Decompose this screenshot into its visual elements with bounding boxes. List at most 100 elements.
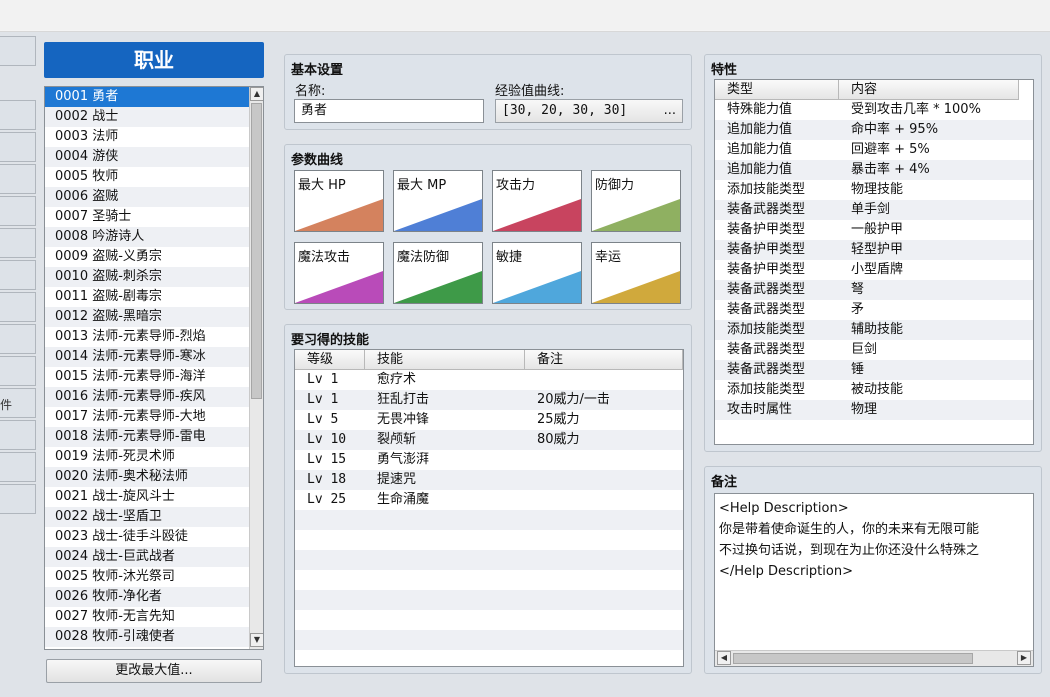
skills-row[interactable] bbox=[295, 510, 683, 530]
param-chart[interactable]: 魔法攻击 bbox=[294, 242, 384, 304]
left-tab-stub[interactable] bbox=[0, 356, 36, 386]
class-list-item[interactable]: 0006 盗贼 bbox=[45, 187, 249, 207]
scroll-up-icon[interactable]: ▲ bbox=[250, 87, 263, 101]
skills-row[interactable]: Lv 5 无畏冲锋 25威力 bbox=[295, 410, 683, 430]
scroll-right-icon[interactable]: ▶ bbox=[1017, 651, 1031, 665]
class-list-item[interactable]: 0002 战士 bbox=[45, 107, 249, 127]
left-tab-stub[interactable] bbox=[0, 324, 36, 354]
traits-row[interactable]: 装备护甲类型 轻型护甲 bbox=[715, 240, 1033, 260]
class-list-item[interactable]: 0024 战士-巨武战者 bbox=[45, 547, 249, 567]
traits-row[interactable]: 添加技能类型 辅助技能 bbox=[715, 320, 1033, 340]
class-list-item[interactable]: 0004 游侠 bbox=[45, 147, 249, 167]
class-list-item[interactable]: 0018 法师-元素导师-雷电 bbox=[45, 427, 249, 447]
traits-row[interactable]: 装备武器类型 巨剑 bbox=[715, 340, 1033, 360]
param-chart[interactable]: 敏捷 bbox=[492, 242, 582, 304]
class-list-item[interactable]: 0026 牧师-净化者 bbox=[45, 587, 249, 607]
skills-row[interactable] bbox=[295, 570, 683, 590]
class-list-item[interactable]: 0028 牧师-引魂使者 bbox=[45, 627, 249, 647]
skills-row[interactable] bbox=[295, 550, 683, 570]
name-field[interactable]: 勇者 bbox=[294, 99, 484, 123]
traits-row[interactable]: 添加技能类型 被动技能 bbox=[715, 380, 1033, 400]
class-list-item[interactable]: 0015 法师-元素导师-海洋 bbox=[45, 367, 249, 387]
class-list-item[interactable]: 0005 牧师 bbox=[45, 167, 249, 187]
class-list-item[interactable]: 0023 战士-徒手斗殴徒 bbox=[45, 527, 249, 547]
param-chart[interactable]: 攻击力 bbox=[492, 170, 582, 232]
exp-curve-field[interactable]: [30, 20, 30, 30] ... bbox=[495, 99, 683, 123]
traits-row[interactable]: 追加能力值 回避率 + 5% bbox=[715, 140, 1033, 160]
param-chart[interactable]: 最大 MP bbox=[393, 170, 483, 232]
class-list-item[interactable]: 0011 盗贼-剧毒宗 bbox=[45, 287, 249, 307]
traits-table[interactable]: 类型 内容 特殊能力值 受到攻击几率 * 100% 追加能力值 命中率 + 95% 追加能力… bbox=[714, 79, 1034, 445]
traits-row[interactable]: 特殊能力值 受到攻击几率 * 100% bbox=[715, 100, 1033, 120]
skills-column-header[interactable]: 备注 bbox=[525, 350, 683, 370]
hscroll-thumb[interactable] bbox=[733, 653, 973, 664]
traits-row[interactable]: 装备护甲类型 小型盾牌 bbox=[715, 260, 1033, 280]
class-list-item[interactable]: 0003 法师 bbox=[45, 127, 249, 147]
class-list-item[interactable]: 0013 法师-元素导师-烈焰 bbox=[45, 327, 249, 347]
class-list-item[interactable]: 0010 盗贼-刺杀宗 bbox=[45, 267, 249, 287]
traits-row[interactable] bbox=[715, 420, 1033, 440]
left-tab-stub[interactable] bbox=[0, 100, 36, 130]
class-list-item[interactable]: 0017 法师-元素导师-大地 bbox=[45, 407, 249, 427]
left-tab-stub[interactable] bbox=[0, 196, 36, 226]
left-tab-stub[interactable] bbox=[0, 164, 36, 194]
left-tab-stub[interactable] bbox=[0, 452, 36, 482]
class-list-item[interactable]: 0012 盗贼-黑暗宗 bbox=[45, 307, 249, 327]
skills-row[interactable]: Lv 10 裂颅斩 80威力 bbox=[295, 430, 683, 450]
scroll-thumb[interactable] bbox=[251, 103, 262, 399]
class-list-item[interactable]: 0020 法师-奥术秘法师 bbox=[45, 467, 249, 487]
left-tab-stub[interactable] bbox=[0, 228, 36, 258]
left-tab-stub[interactable] bbox=[0, 132, 36, 162]
left-tab-stub[interactable] bbox=[0, 420, 36, 450]
skills-row[interactable]: Lv 15 勇气澎湃 bbox=[295, 450, 683, 470]
skills-row[interactable]: Lv 1 愈疗术 bbox=[295, 370, 683, 390]
traits-row[interactable]: 装备护甲类型 一般护甲 bbox=[715, 220, 1033, 240]
scroll-left-icon[interactable]: ◀ bbox=[717, 651, 731, 665]
class-list[interactable]: 0001 勇者 0002 战士 0003 法师 0004 游侠 0005 牧师 0006 … bbox=[44, 86, 264, 650]
class-list-item[interactable]: 0027 牧师-无言先知 bbox=[45, 607, 249, 627]
param-chart[interactable]: 魔法防御 bbox=[393, 242, 483, 304]
traits-column-header[interactable]: 内容 bbox=[839, 80, 1019, 100]
class-list-item[interactable]: 0009 盗贼-义勇宗 bbox=[45, 247, 249, 267]
class-list-scrollbar[interactable]: ▲ ▼ bbox=[249, 87, 263, 649]
skills-column-header[interactable]: 技能 bbox=[365, 350, 525, 370]
scroll-down-icon[interactable]: ▼ bbox=[250, 633, 263, 647]
param-chart[interactable]: 防御力 bbox=[591, 170, 681, 232]
exp-curve-more-icon[interactable]: ... bbox=[664, 100, 676, 122]
left-tab-stub[interactable] bbox=[0, 36, 36, 66]
traits-row[interactable]: 装备武器类型 弩 bbox=[715, 280, 1033, 300]
traits-row[interactable]: 追加能力值 暴击率 + 4% bbox=[715, 160, 1033, 180]
skills-row[interactable]: Lv 18 提速咒 bbox=[295, 470, 683, 490]
skills-column-header[interactable]: 等级 bbox=[295, 350, 365, 370]
param-chart[interactable]: 幸运 bbox=[591, 242, 681, 304]
left-tab-stub[interactable] bbox=[0, 292, 36, 322]
param-chart[interactable]: 最大 HP bbox=[294, 170, 384, 232]
note-hscrollbar[interactable]: ◀ ▶ bbox=[715, 650, 1033, 666]
class-list-item[interactable]: 0025 牧师-沐光祭司 bbox=[45, 567, 249, 587]
traits-row[interactable]: 追加能力值 命中率 + 95% bbox=[715, 120, 1033, 140]
class-list-item[interactable]: 0014 法师-元素导师-寒冰 bbox=[45, 347, 249, 367]
skills-row[interactable]: Lv 25 生命涌魔 bbox=[295, 490, 683, 510]
class-list-item[interactable]: 0022 战士-坚盾卫 bbox=[45, 507, 249, 527]
left-tab-stub[interactable] bbox=[0, 484, 36, 514]
note-textarea[interactable]: <Help Description> 你是带着使命诞生的人，你的未来有无限可能 不过… bbox=[714, 493, 1034, 667]
class-list-item[interactable]: 0008 吟游诗人 bbox=[45, 227, 249, 247]
skills-row[interactable] bbox=[295, 610, 683, 630]
class-list-item[interactable]: 0007 圣骑士 bbox=[45, 207, 249, 227]
class-list-item[interactable]: 0016 法师-元素导师-疾风 bbox=[45, 387, 249, 407]
skills-row[interactable] bbox=[295, 590, 683, 610]
skills-row[interactable] bbox=[295, 630, 683, 650]
change-max-button[interactable]: 更改最大值... bbox=[46, 659, 262, 683]
traits-row[interactable]: 装备武器类型 锤 bbox=[715, 360, 1033, 380]
skills-row[interactable] bbox=[295, 530, 683, 550]
skills-row[interactable]: Lv 1 狂乱打击 20威力/一击 bbox=[295, 390, 683, 410]
class-list-item[interactable]: 0019 法师-死灵术师 bbox=[45, 447, 249, 467]
traits-row[interactable]: 装备武器类型 单手剑 bbox=[715, 200, 1033, 220]
class-list-item[interactable]: 0021 战士-旋风斗士 bbox=[45, 487, 249, 507]
skills-table[interactable]: 等级 技能 备注 Lv 1 愈疗术 Lv 1 狂乱打击 20威力/一击 Lv 5 无畏冲锋 25威力… bbox=[294, 349, 684, 667]
traits-column-header[interactable]: 类型 bbox=[715, 80, 839, 100]
traits-row[interactable]: 攻击时属性 物理 bbox=[715, 400, 1033, 420]
class-list-item[interactable]: 0001 勇者 bbox=[45, 87, 249, 107]
traits-row[interactable]: 添加技能类型 物理技能 bbox=[715, 180, 1033, 200]
left-tab-stub[interactable] bbox=[0, 260, 36, 290]
